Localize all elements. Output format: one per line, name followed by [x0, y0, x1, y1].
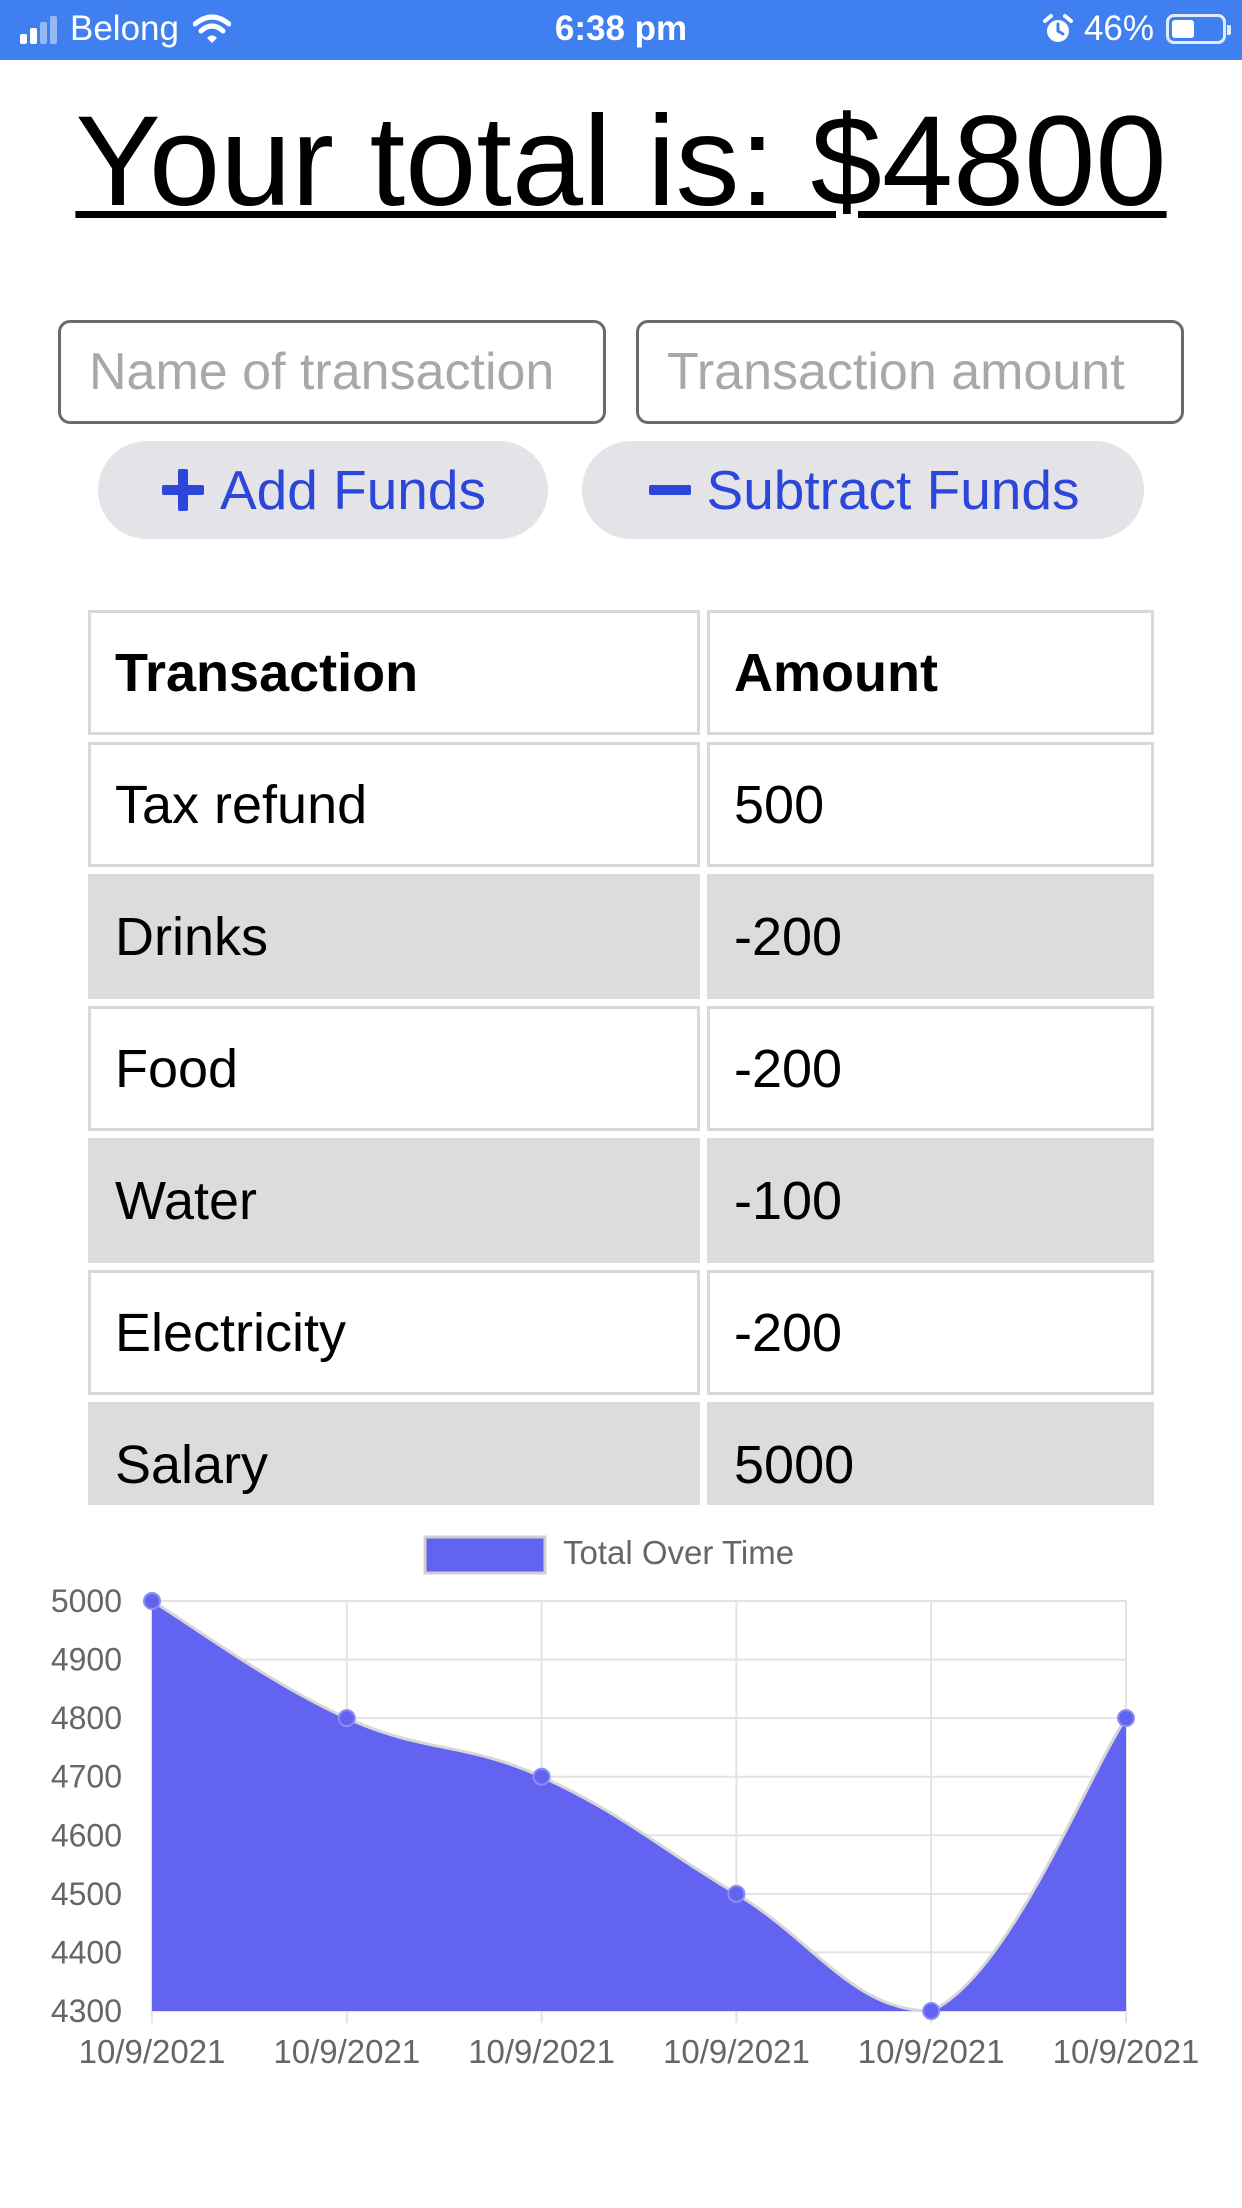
y-tick-label: 4600 — [51, 1817, 122, 1853]
transaction-name-cell: Food — [88, 1006, 700, 1131]
transactions-table-container[interactable]: Transaction Amount Tax refund 500 Drinks… — [88, 610, 1154, 1505]
x-tick-label: 10/9/2021 — [273, 2033, 420, 2070]
transactions-table: Transaction Amount Tax refund 500 Drinks… — [88, 610, 1154, 1505]
data-point — [337, 1709, 356, 1728]
subtract-funds-label: Subtract Funds — [706, 459, 1080, 521]
add-funds-button[interactable]: Add Funds — [98, 441, 548, 539]
battery-icon — [1166, 14, 1231, 44]
table-row: Salary 5000 — [88, 1402, 1154, 1505]
transaction-amount-input[interactable] — [636, 320, 1184, 424]
transaction-name-cell: Salary — [88, 1402, 700, 1505]
y-tick-label: 4700 — [51, 1759, 122, 1795]
header-amount: Amount — [707, 610, 1154, 735]
data-point — [922, 2002, 941, 2020]
header-transaction: Transaction — [88, 610, 700, 735]
y-tick-label: 4300 — [51, 1993, 122, 2029]
y-tick-label: 5000 — [51, 1583, 122, 1619]
transaction-amount-cell: -100 — [707, 1138, 1154, 1263]
y-tick-label: 4500 — [51, 1876, 122, 1912]
battery-percent: 46% — [1083, 9, 1154, 48]
data-point — [1117, 1709, 1135, 1728]
x-tick-label: 10/9/2021 — [1053, 2033, 1200, 2070]
transaction-amount-cell: -200 — [707, 1006, 1154, 1131]
table-row: Electricity -200 — [88, 1270, 1154, 1395]
transaction-name-cell: Electricity — [88, 1270, 700, 1395]
transaction-name-input[interactable] — [58, 320, 606, 424]
battery-level — [1172, 20, 1194, 38]
x-tick-label: 10/9/2021 — [858, 2033, 1005, 2070]
data-point — [532, 1767, 551, 1786]
data-point — [727, 1884, 746, 1903]
table-row: Drinks -200 — [88, 874, 1154, 999]
transaction-name-cell: Tax refund — [88, 742, 700, 867]
status-right: 46% — [1042, 9, 1231, 49]
y-tick-label: 4900 — [51, 1642, 122, 1678]
x-tick-label: 10/9/2021 — [663, 2033, 810, 2070]
transaction-amount-cell: -200 — [707, 1270, 1154, 1395]
plus-icon — [161, 469, 204, 511]
add-funds-label: Add Funds — [219, 459, 486, 521]
total-heading: Your total is: $4800 — [75, 90, 1167, 233]
y-tick-label: 4800 — [51, 1700, 122, 1736]
area-fill — [152, 1601, 1126, 2011]
total-over-time-chart: Total Over Time 5000 4900 4800 4700 4600 4500 4… — [51, 1534, 1200, 2070]
data-point — [143, 1592, 161, 1610]
subtract-funds-button[interactable]: Subtract Funds — [582, 441, 1144, 539]
minus-icon — [648, 485, 691, 495]
legend-label: Total Over Time — [563, 1534, 794, 1571]
alarm-icon — [1042, 14, 1073, 42]
transaction-name-cell: Drinks — [88, 874, 700, 999]
table-row: Food -200 — [88, 1006, 1154, 1131]
transaction-amount-cell: -200 — [707, 874, 1154, 999]
table-row: Water -100 — [88, 1138, 1154, 1263]
status-bar: Belong 6:38 pm 46% — [0, 0, 1242, 60]
y-tick-label: 4400 — [51, 1934, 122, 1970]
transaction-amount-cell: 5000 — [707, 1402, 1154, 1505]
transaction-name-cell: Water — [88, 1138, 700, 1263]
table-header-row: Transaction Amount — [88, 610, 1154, 735]
table-row: Tax refund 500 — [88, 742, 1154, 867]
x-tick-label: 10/9/2021 — [79, 2033, 226, 2070]
transaction-amount-cell: 500 — [707, 742, 1154, 867]
x-tick-label: 10/9/2021 — [468, 2033, 615, 2070]
legend-swatch — [423, 1535, 547, 1575]
